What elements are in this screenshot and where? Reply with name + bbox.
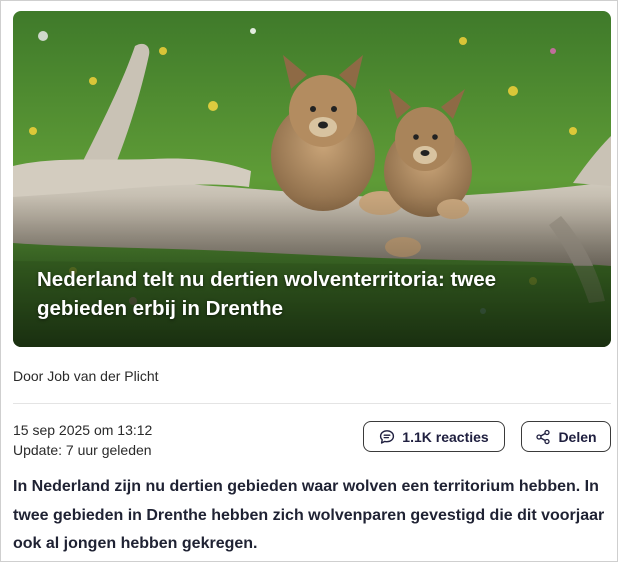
article-lead: In Nederland zijn nu dertien gebieden wa… xyxy=(13,478,605,552)
article-card: Nederland telt nu dertien wolventerritor… xyxy=(0,0,618,562)
author-byline: Door Job van der Plicht xyxy=(13,368,159,384)
share-button[interactable]: Delen xyxy=(521,421,611,452)
publish-date: 15 sep 2025 om 13:12 xyxy=(13,422,153,438)
hero-image[interactable]: Nederland telt nu dertien wolventerritor… xyxy=(13,11,611,347)
share-icon xyxy=(535,429,551,445)
comments-button[interactable]: 1.1K reacties xyxy=(363,421,505,452)
share-label: Delen xyxy=(558,428,597,445)
comments-count: 1.1K reacties xyxy=(402,428,489,445)
update-time: Update: 7 uur geleden xyxy=(13,442,152,458)
speech-bubble-icon xyxy=(379,429,395,445)
article-meta: 15 sep 2025 om 13:12 Update: 7 uur geled… xyxy=(13,420,152,460)
article-headline[interactable]: Nederland telt nu dertien wolventerritor… xyxy=(37,265,571,323)
divider xyxy=(13,403,611,404)
